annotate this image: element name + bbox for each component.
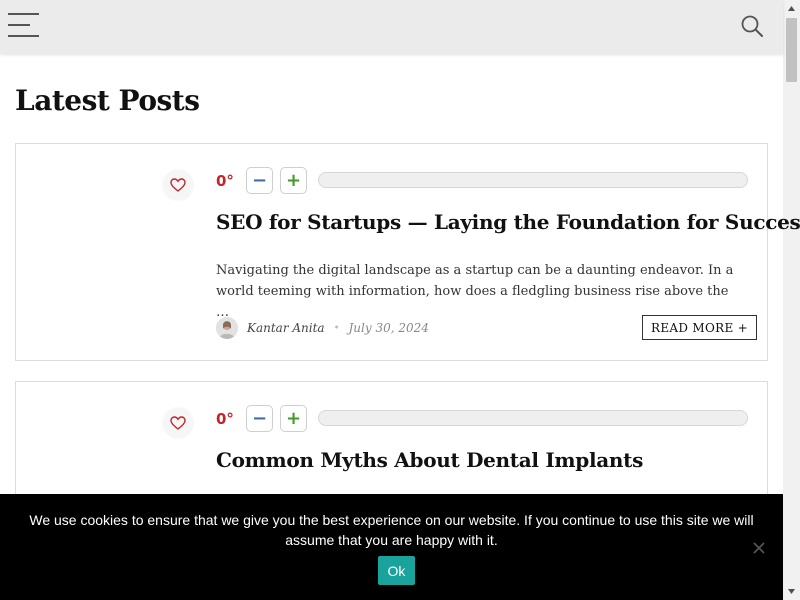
post-title-link[interactable]: SEO for Startups — Laying the Foundation… [216, 210, 800, 234]
search-icon[interactable] [740, 14, 764, 38]
post-excerpt: Navigating the digital landscape as a st… [216, 263, 734, 320]
vote-progress-bar [318, 410, 748, 426]
vote-up-button[interactable]: + [280, 167, 307, 194]
vote-up-button[interactable]: + [280, 405, 307, 432]
read-more-button[interactable]: READ MORE + [642, 315, 757, 340]
author-name[interactable]: Kantar Anita [247, 321, 325, 335]
like-button[interactable] [163, 170, 193, 200]
cookie-banner: We use cookies to ensure that we give yo… [0, 494, 783, 600]
scroll-thumb[interactable] [786, 18, 797, 82]
cookie-ok-button[interactable]: Ok [378, 556, 415, 585]
post-date: July 30, 2024 [348, 321, 429, 335]
avatar-icon [216, 317, 238, 339]
vote-down-button[interactable]: − [246, 167, 273, 194]
site-header [0, 0, 783, 54]
heart-icon [170, 416, 186, 430]
vote-progress-bar [318, 172, 748, 188]
scroll-down-icon[interactable] [783, 583, 800, 600]
page-scrollbar[interactable] [783, 0, 800, 600]
scroll-up-icon[interactable] [783, 0, 800, 17]
post-card: 0° − + SEO for Startups — Laying the Fou… [15, 143, 800, 361]
page-title: Latest Posts [15, 84, 200, 117]
post-title-link[interactable]: Common Myths About Dental Implants [216, 448, 643, 472]
cookie-message: We use cookies to ensure that we give yo… [29, 512, 754, 548]
heart-icon [170, 178, 186, 192]
hamburger-icon[interactable] [8, 13, 39, 37]
like-button[interactable] [163, 408, 193, 438]
meta-separator: • [333, 322, 340, 334]
vote-score: 0° [216, 410, 234, 428]
vote-down-button[interactable]: − [246, 405, 273, 432]
close-icon[interactable] [751, 540, 767, 556]
author-avatar[interactable] [216, 317, 238, 339]
vote-score: 0° [216, 172, 234, 190]
post-meta: Kantar Anita • July 30, 2024 [216, 316, 429, 340]
